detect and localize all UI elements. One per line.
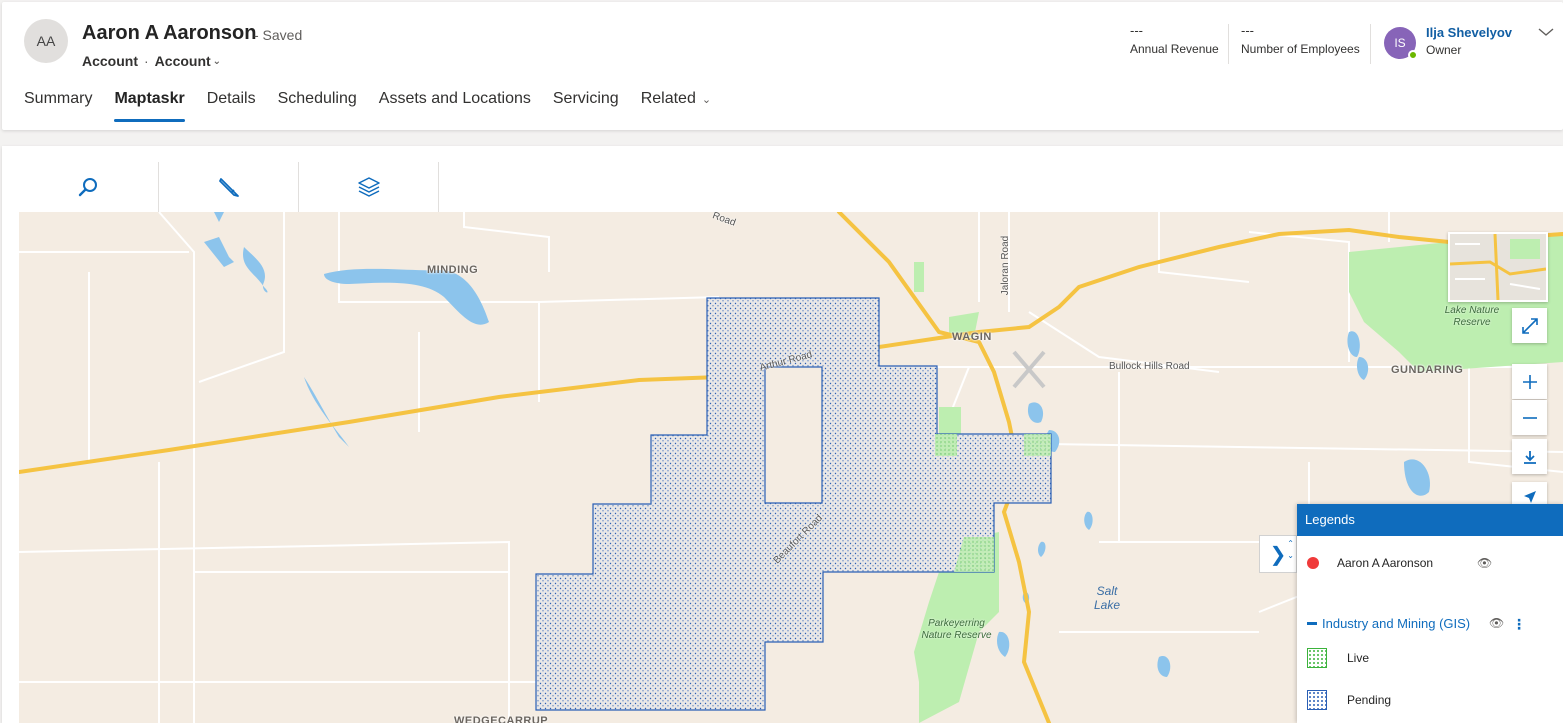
- kpi-value: ---: [1130, 23, 1143, 38]
- form-selector-label: Account: [154, 53, 211, 69]
- kpi-divider: [1228, 24, 1229, 64]
- minus-icon: [1522, 416, 1537, 419]
- chevron-right-icon: ❯: [1269, 543, 1287, 566]
- owner-name-link[interactable]: Ilja Shevelyov: [1426, 25, 1512, 40]
- zoom-in-button[interactable]: [1512, 364, 1547, 399]
- pending-swatch: [1307, 690, 1327, 710]
- road-label: Bullock Hills Road: [1109, 361, 1190, 372]
- water-label: Salt Lake: [1093, 584, 1121, 612]
- legend-group-header[interactable]: Industry and Mining (GIS): [1307, 616, 1470, 631]
- record-header: AA Aaron A Aaronson - Saved Account · Ac…: [2, 2, 1563, 130]
- tab-assets-and-locations[interactable]: Assets and Locations: [368, 88, 542, 122]
- map-canvas[interactable]: MINDING WAGIN GUNDARING WEDGECARRUP Arth…: [19, 212, 1563, 723]
- legend-group-label: Industry and Mining (GIS): [1322, 616, 1471, 631]
- draw-tool-button[interactable]: [159, 162, 299, 212]
- park-label: Lake Nature Reserve: [1444, 305, 1500, 328]
- presence-available-icon: [1408, 50, 1418, 60]
- record-subtitle: Account · Account ⌄: [82, 53, 221, 69]
- tab-details[interactable]: Details: [196, 88, 267, 122]
- save-status: - Saved: [254, 27, 303, 43]
- place-label: GUNDARING: [1391, 364, 1464, 376]
- more-options-icon[interactable]: ⋮: [1512, 616, 1526, 633]
- locate-button[interactable]: [1512, 482, 1547, 504]
- kpi-label: Number of Employees: [1241, 42, 1360, 56]
- collapse-minus-icon: [1307, 622, 1317, 625]
- expand-icon: [1521, 317, 1538, 334]
- park-label: Parkeyerring Nature Reserve: [921, 618, 992, 641]
- kpi-divider: [1370, 24, 1371, 64]
- download-button[interactable]: [1512, 439, 1547, 474]
- minimap-image: [1450, 234, 1546, 300]
- legend-item-live: Live: [1307, 648, 1369, 668]
- kpi-label: Annual Revenue: [1130, 42, 1219, 56]
- kpi-number-of-employees: --- Number of Employees: [1241, 23, 1360, 57]
- legend-collapse-button[interactable]: ❯ ⌃ ⌄: [1259, 535, 1297, 573]
- scroll-arrows-icon: ⌃ ⌄: [1287, 539, 1294, 560]
- place-label: WEDGECARRUP: [454, 715, 549, 723]
- search-icon: [78, 178, 97, 197]
- legend-item-label: Pending: [1347, 693, 1392, 707]
- zoom-out-button[interactable]: [1512, 400, 1547, 435]
- tab-scheduling[interactable]: Scheduling: [267, 88, 368, 122]
- legend-title: Legends: [1297, 504, 1563, 536]
- live-polygon: [935, 434, 957, 456]
- maptaskr-panel: MINDING WAGIN GUNDARING WEDGECARRUP Arth…: [2, 146, 1563, 723]
- form-tabs: Summary Maptaskr Details Scheduling Asse…: [24, 88, 722, 122]
- live-polygon: [1024, 434, 1051, 456]
- place-label: WAGIN: [952, 331, 992, 343]
- tab-related-label: Related: [640, 90, 696, 107]
- tab-maptaskr[interactable]: Maptaskr: [103, 88, 195, 122]
- record-avatar: AA: [24, 19, 68, 63]
- plus-icon: [1522, 374, 1537, 389]
- tab-summary[interactable]: Summary: [24, 88, 103, 122]
- subtitle-separator: ·: [144, 53, 149, 69]
- tab-servicing[interactable]: Servicing: [542, 88, 630, 122]
- chevron-down-icon: ⌄: [212, 55, 222, 67]
- road-label: Jaloran Road: [1000, 235, 1012, 296]
- form-selector[interactable]: Account ⌄: [155, 53, 221, 69]
- owner-role-label: Owner: [1426, 43, 1462, 57]
- legend-item-label: Live: [1347, 651, 1370, 665]
- legend-panel: Legends Aaron A Aaronson 👁 Industry and …: [1297, 504, 1563, 723]
- place-label: MINDING: [427, 264, 479, 276]
- locate-icon: [1523, 491, 1536, 503]
- fullscreen-button[interactable]: [1512, 308, 1547, 343]
- tab-related[interactable]: Related ⌄: [630, 88, 722, 122]
- chevron-down-icon: ⌄: [701, 94, 712, 106]
- airstrip: [1012, 350, 1046, 389]
- eye-icon[interactable]: 👁: [1477, 556, 1492, 570]
- map-toolbar: [19, 162, 439, 212]
- live-swatch: [1307, 648, 1327, 668]
- layers-icon: [357, 177, 380, 197]
- search-tool-button[interactable]: [19, 162, 159, 212]
- pencil-icon: [218, 178, 239, 197]
- legend-item-pending: Pending: [1307, 690, 1391, 710]
- legend-record-entry: Aaron A Aaronson: [1307, 556, 1433, 570]
- eye-icon[interactable]: 👁: [1489, 616, 1504, 630]
- header-expand-chevron-icon[interactable]: [1536, 22, 1556, 42]
- kpi-annual-revenue: --- Annual Revenue: [1130, 23, 1219, 57]
- record-marker-icon: [1307, 557, 1319, 569]
- entity-name: Account: [82, 53, 138, 69]
- legend-record-label: Aaron A Aaronson: [1337, 556, 1434, 570]
- overview-minimap[interactable]: [1448, 232, 1548, 302]
- download-icon: [1523, 450, 1536, 464]
- layers-tool-button[interactable]: [299, 162, 439, 212]
- kpi-value: ---: [1241, 23, 1254, 38]
- record-title: Aaron A Aaronson: [82, 22, 257, 44]
